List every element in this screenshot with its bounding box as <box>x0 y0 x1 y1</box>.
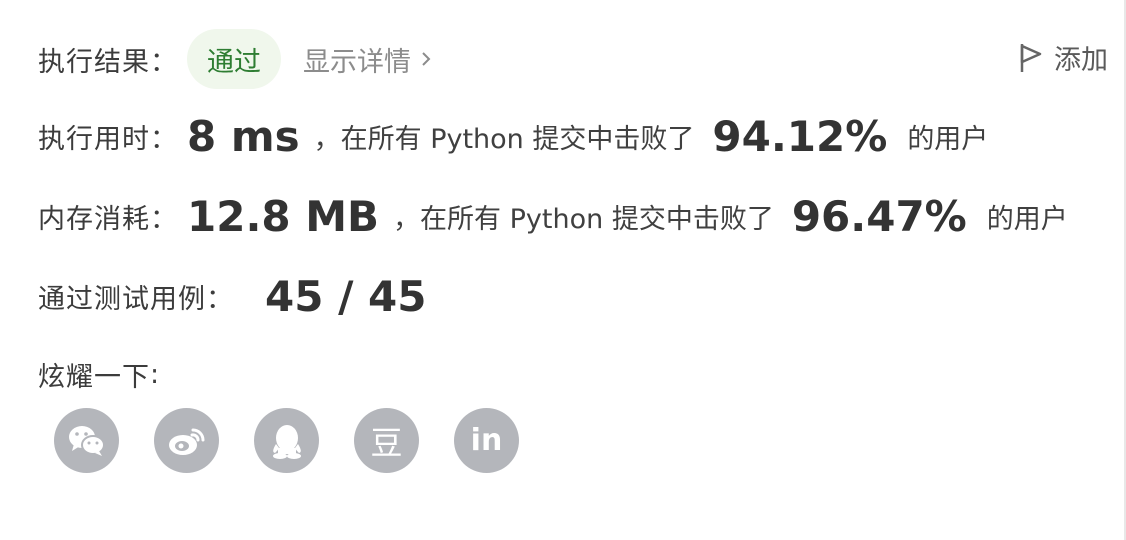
wechat-share-button[interactable] <box>54 408 119 473</box>
share-colon: : <box>150 359 160 390</box>
linkedin-icon: in <box>470 423 503 458</box>
share-row: 炫耀一下 : <box>38 355 159 394</box>
memory-suffix: 的用户 <box>986 204 1068 235</box>
memory-label: 内存消耗 <box>38 204 150 235</box>
qq-share-button[interactable] <box>254 408 319 473</box>
runtime-label: 执行用时 <box>38 124 150 155</box>
wechat-icon <box>68 425 105 456</box>
tests-colon: ： <box>206 284 233 315</box>
tests-label: 通过测试用例 <box>38 284 206 315</box>
share-icons: 豆 in <box>54 408 554 473</box>
runtime-comparison-text: ，在所有 Python 提交中击败了 <box>313 124 695 155</box>
chevron-right-icon <box>422 52 431 66</box>
share-label: 炫耀一下 <box>38 362 150 393</box>
douban-icon: 豆 <box>370 423 403 462</box>
memory-value: 12.8 MB <box>187 192 380 241</box>
show-details-label: 显示详情 <box>303 46 411 78</box>
result-row: 执行结果 ： 通过 显示详情 <box>38 29 431 89</box>
status-badge: 通过 <box>187 29 281 89</box>
tests-row: 通过测试用例 ： 45 / 45 <box>38 272 426 321</box>
memory-comparison-text: ，在所有 Python 提交中击败了 <box>393 204 774 235</box>
show-details-link[interactable]: 显示详情 <box>303 40 431 79</box>
memory-colon: ： <box>150 204 177 235</box>
runtime-value: 8 ms <box>187 112 300 161</box>
result-colon: ： <box>150 46 177 78</box>
weibo-icon <box>168 428 204 455</box>
linkedin-share-button[interactable]: in <box>454 408 519 473</box>
qq-icon <box>272 424 301 459</box>
memory-row: 内存消耗 ： 12.8 MB ，在所有 Python 提交中击败了 96.47%… <box>38 192 1068 241</box>
douban-share-button[interactable]: 豆 <box>354 408 419 473</box>
runtime-row: 执行用时 ： 8 ms ，在所有 Python 提交中击败了 94.12% 的用… <box>38 112 988 161</box>
add-note-label: 添加 <box>1054 45 1108 76</box>
runtime-percentile: 94.12% <box>712 112 888 161</box>
flag-icon <box>1020 43 1042 72</box>
runtime-colon: ： <box>150 124 177 155</box>
memory-percentile: 96.47% <box>791 192 967 241</box>
tests-value: 45 / 45 <box>265 272 427 321</box>
runtime-suffix: 的用户 <box>907 124 989 155</box>
result-label: 执行结果 <box>38 46 150 78</box>
weibo-share-button[interactable] <box>154 408 219 473</box>
add-note-button[interactable]: 添加 <box>1018 38 1108 77</box>
